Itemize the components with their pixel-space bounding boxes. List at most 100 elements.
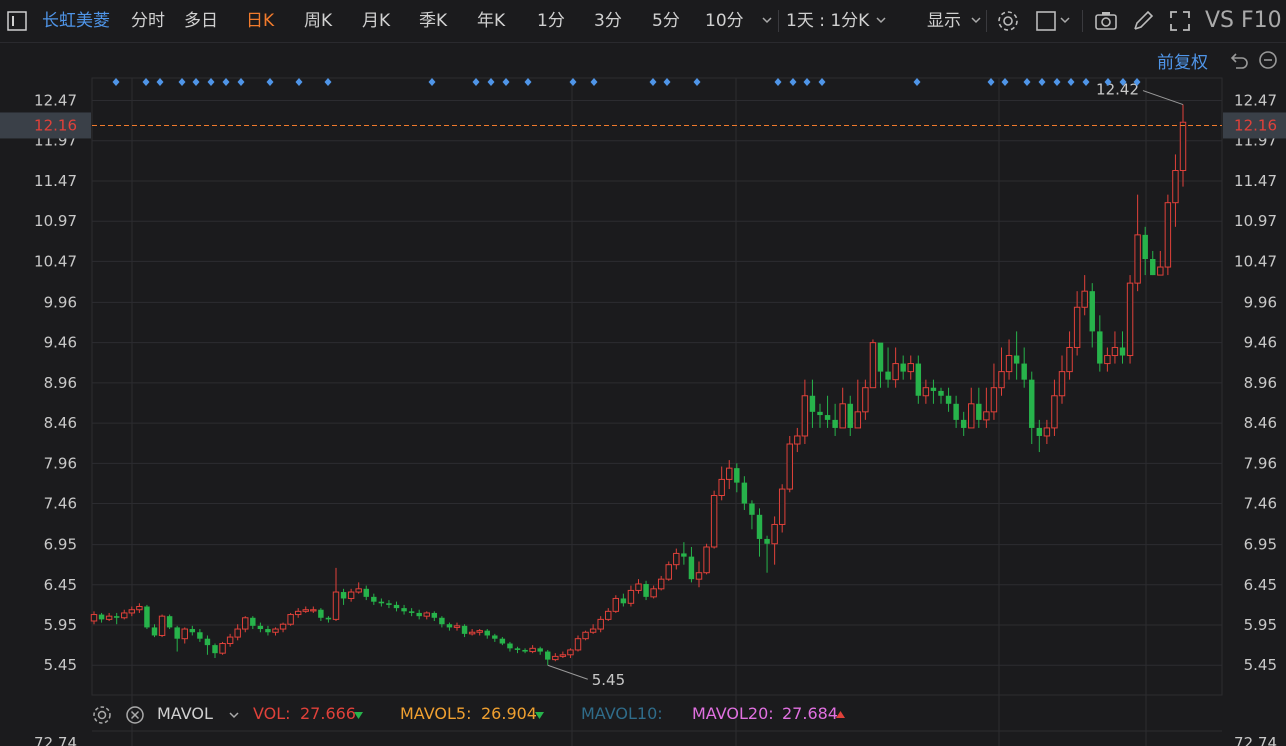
- candle: [204, 635, 211, 655]
- y-tick-left-4: 10.47: [34, 252, 77, 270]
- y-tick-left-13: 5.95: [44, 616, 77, 634]
- tab-period-6[interactable]: 年K: [477, 0, 505, 42]
- candle-body: [1021, 363, 1027, 380]
- chevron-down-icon[interactable]: [971, 15, 981, 25]
- undo-icon[interactable]: [1230, 50, 1250, 70]
- candle: [574, 635, 582, 652]
- candle-body: [484, 630, 490, 636]
- tab-period-1[interactable]: 多日: [184, 0, 218, 42]
- candle-body: [105, 615, 113, 620]
- square-toggle-icon[interactable]: [1034, 9, 1058, 33]
- candle-body: [665, 564, 672, 580]
- chevron-down-icon[interactable]: [1060, 15, 1070, 25]
- fullscreen-icon[interactable]: [1168, 9, 1192, 33]
- vs-f10-button[interactable]: VS F10: [1205, 0, 1282, 42]
- candle: [144, 604, 150, 630]
- candle: [234, 624, 241, 641]
- y-tick-left-2: 11.47: [34, 172, 77, 190]
- candle-body: [355, 588, 362, 593]
- tab-period-8[interactable]: 3分: [594, 0, 622, 42]
- candle-body: [393, 604, 400, 609]
- candle: [915, 355, 922, 404]
- candle-body: [612, 597, 620, 612]
- candle-body: [1097, 331, 1103, 364]
- candle: [801, 379, 809, 445]
- candle-body: [953, 403, 959, 420]
- candle-body: [1051, 395, 1058, 429]
- panel-toggle-icon[interactable]: [6, 0, 28, 42]
- tab-period-9[interactable]: 5分: [652, 0, 680, 42]
- close-icon[interactable]: [125, 705, 145, 725]
- candle: [105, 612, 113, 621]
- candle: [620, 593, 627, 607]
- candle-body: [673, 552, 680, 566]
- camera-icon[interactable]: [1094, 9, 1118, 33]
- candle-body: [695, 572, 703, 580]
- candle-body: [1126, 282, 1134, 357]
- mavol5-label: MAVOL5:: [400, 704, 472, 723]
- y-tick-left-14: 5.45: [44, 656, 77, 674]
- candle-body: [832, 419, 838, 428]
- candle-body: [204, 638, 211, 646]
- event-marker: [295, 78, 303, 86]
- y-tick-right-5: 9.96: [1244, 293, 1277, 311]
- candle: [514, 646, 521, 654]
- candle-body: [869, 342, 877, 389]
- candle: [423, 611, 430, 620]
- candle-body: [1073, 306, 1081, 348]
- candle: [158, 614, 166, 638]
- candle: [778, 484, 786, 533]
- candle-body: [416, 612, 422, 617]
- tab-period-4[interactable]: 月K: [362, 0, 390, 42]
- candle: [749, 500, 755, 530]
- candle: [892, 347, 899, 388]
- candle: [128, 606, 136, 617]
- pencil-icon[interactable]: [1131, 9, 1155, 33]
- y-tick-right-2: 11.47: [1234, 172, 1277, 190]
- candle-body: [453, 625, 461, 628]
- tab-period-3[interactable]: 周K: [304, 0, 332, 42]
- y-tick-right-8: 8.46: [1244, 414, 1277, 432]
- gear-icon[interactable]: [92, 705, 112, 725]
- candle: [363, 585, 369, 601]
- candle: [537, 646, 543, 655]
- candle-body: [597, 618, 604, 630]
- candle: [703, 543, 710, 575]
- candle-body: [234, 628, 241, 638]
- candle-body: [862, 387, 869, 413]
- candle: [378, 598, 385, 607]
- candle-body: [136, 606, 143, 611]
- zoom-out-icon[interactable]: [1258, 50, 1278, 70]
- candle: [983, 387, 990, 428]
- volume-axis-label-left: 72.74: [34, 734, 77, 746]
- chevron-down-icon[interactable]: [876, 15, 886, 25]
- event-marker: [1038, 78, 1046, 86]
- chevron-down-icon[interactable]: [762, 15, 772, 25]
- candlestick-chart[interactable]: 12.47 12.4711.97 11.9711.47 11.4710.97 10.97…: [0, 0, 1286, 746]
- event-marker: [192, 78, 200, 86]
- candle-body: [128, 609, 136, 614]
- event-marker: [1067, 78, 1075, 86]
- candle-body: [499, 638, 506, 644]
- candle: [1058, 355, 1066, 404]
- event-marker: [156, 78, 164, 86]
- tab-period-10[interactable]: 10分: [705, 0, 744, 42]
- display-menu[interactable]: 显示: [927, 0, 961, 42]
- stock-name[interactable]: 长虹美菱: [42, 0, 110, 42]
- tab-period-7[interactable]: 1分: [537, 0, 565, 42]
- adjust-mode-button[interactable]: 前复权: [1157, 48, 1208, 73]
- interval-select[interactable]: 1天 : 1分K: [786, 0, 869, 42]
- tab-period-2[interactable]: 日K: [246, 0, 274, 42]
- candle: [121, 609, 128, 620]
- candle: [1164, 194, 1172, 276]
- candle: [476, 629, 483, 636]
- tab-period-5[interactable]: 季K: [419, 0, 447, 42]
- candle-body: [1119, 347, 1126, 356]
- candle-body: [181, 628, 188, 640]
- tab-period-0[interactable]: 分时: [131, 0, 165, 42]
- divider: [778, 10, 779, 32]
- indicator-name[interactable]: MAVOL: [157, 704, 213, 723]
- gear-icon[interactable]: [996, 9, 1020, 33]
- chevron-down-icon[interactable]: [229, 710, 239, 720]
- y-tick-right-14: 5.45: [1244, 656, 1277, 674]
